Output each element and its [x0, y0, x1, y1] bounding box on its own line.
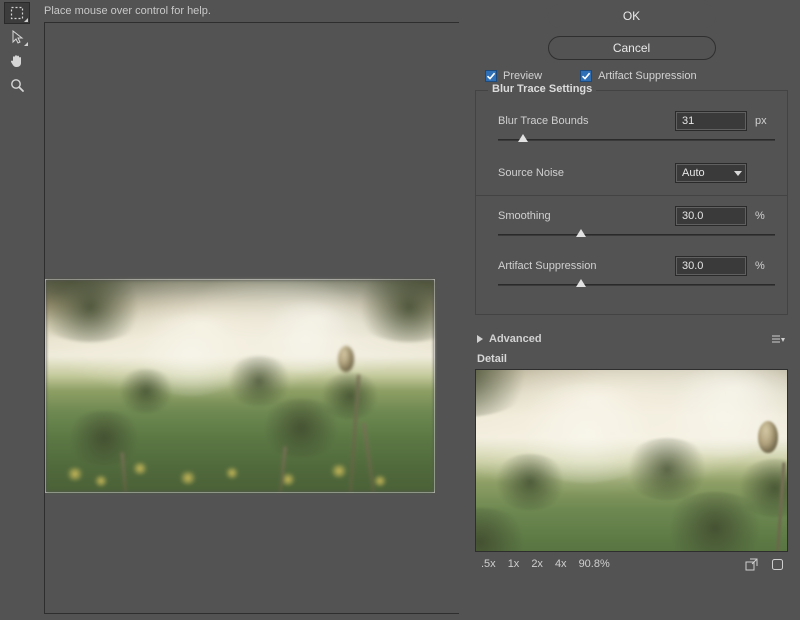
- detail-label: Detail: [477, 353, 788, 365]
- chevron-down-icon: [734, 171, 742, 176]
- artifact-suppression-checkbox-label: Artifact Suppression: [598, 70, 696, 82]
- hint-text: Place mouse over control for help.: [44, 2, 459, 20]
- smoothing-param: Smoothing 30.0 %: [498, 206, 775, 242]
- preview-column: Place mouse over control for help.: [34, 0, 465, 620]
- blur-trace-bounds-slider[interactable]: [498, 133, 775, 147]
- undock-icon[interactable]: [744, 557, 758, 571]
- smoothing-label: Smoothing: [498, 210, 667, 222]
- source-noise-label: Source Noise: [498, 167, 667, 179]
- magnifier-icon: [10, 78, 25, 93]
- marquee-icon: [10, 6, 24, 20]
- tool-direct-select[interactable]: [4, 26, 30, 48]
- loop-icon[interactable]: [770, 557, 784, 571]
- artifact-suppression-input[interactable]: 30.0: [675, 256, 747, 276]
- ok-button[interactable]: OK: [548, 4, 716, 28]
- image-content: [46, 280, 434, 492]
- source-noise-dropdown[interactable]: Auto: [675, 163, 747, 183]
- slider-thumb-icon: [576, 229, 586, 237]
- flyout-indicator-icon: [24, 18, 28, 22]
- disclosure-right-icon: [477, 335, 483, 343]
- settings-panel: OK Cancel Preview Artifact Suppression B…: [465, 0, 800, 620]
- advanced-row[interactable]: Advanced: [475, 333, 788, 345]
- smoothing-slider[interactable]: [498, 228, 775, 242]
- artifact-suppression-slider[interactable]: [498, 278, 775, 292]
- source-noise-value: Auto: [682, 167, 705, 179]
- source-noise-param: Source Noise Auto: [498, 163, 775, 183]
- tool-marquee[interactable]: [4, 2, 30, 24]
- unit-label: px: [755, 115, 775, 127]
- blur-trace-bounds-input[interactable]: 31: [675, 111, 747, 131]
- smoothing-input[interactable]: 30.0: [675, 206, 747, 226]
- fieldset-title: Blur Trace Settings: [488, 83, 596, 95]
- unit-label: %: [755, 260, 775, 272]
- zoom-level-1[interactable]: 1x: [508, 558, 520, 570]
- cancel-button[interactable]: Cancel: [548, 36, 716, 60]
- blur-trace-settings-fieldset: Blur Trace Settings Blur Trace Bounds 31…: [475, 90, 788, 315]
- divider: [476, 195, 787, 196]
- advanced-label: Advanced: [489, 333, 542, 345]
- checkbox-icon: [580, 70, 592, 82]
- preview-image: [45, 279, 435, 493]
- panel-menu-icon[interactable]: [772, 334, 786, 344]
- slider-thumb-icon: [576, 279, 586, 287]
- detail-image-content: [475, 369, 788, 552]
- tool-hand[interactable]: [4, 50, 30, 72]
- blur-trace-bounds-label: Blur Trace Bounds: [498, 115, 667, 127]
- zoom-level-2[interactable]: 2x: [531, 558, 543, 570]
- tool-zoom[interactable]: [4, 74, 30, 96]
- detail-frame[interactable]: [475, 369, 788, 552]
- flyout-indicator-icon: [24, 42, 28, 46]
- detail-zoom-row: .5x 1x 2x 4x 90.8%: [475, 552, 788, 571]
- artifact-suppression-label: Artifact Suppression: [498, 260, 667, 272]
- checkbox-icon: [485, 70, 497, 82]
- preview-checkbox[interactable]: Preview: [485, 70, 542, 82]
- artifact-suppression-checkbox[interactable]: Artifact Suppression: [580, 70, 696, 82]
- zoom-level-0[interactable]: .5x: [481, 558, 496, 570]
- preview-frame[interactable]: [44, 22, 459, 614]
- artifact-suppression-param: Artifact Suppression 30.0 %: [498, 256, 775, 292]
- preview-checkbox-label: Preview: [503, 70, 542, 82]
- left-toolbar: [0, 0, 34, 620]
- slider-thumb-icon: [518, 134, 528, 142]
- blur-trace-bounds-param: Blur Trace Bounds 31 px: [498, 111, 775, 147]
- zoom-level-3[interactable]: 4x: [555, 558, 567, 570]
- unit-label: %: [755, 210, 775, 222]
- zoom-percent: 90.8%: [579, 558, 610, 570]
- pointer-icon: [10, 30, 24, 44]
- hand-icon: [9, 53, 25, 69]
